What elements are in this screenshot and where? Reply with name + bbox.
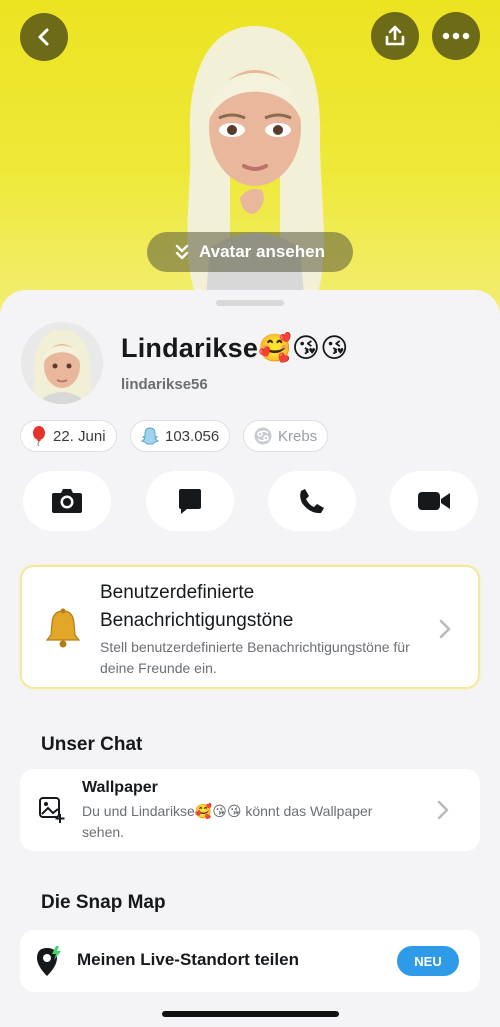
chevron-right-icon xyxy=(437,800,449,820)
phone-icon xyxy=(300,489,324,514)
snap-score-ghost-icon xyxy=(141,427,159,445)
camera-button[interactable] xyxy=(23,471,111,531)
chevron-left-icon xyxy=(38,28,49,46)
view-avatar-label: Avatar ansehen xyxy=(199,242,325,261)
share-upload-icon xyxy=(385,25,405,46)
wallpaper-row[interactable]: Wallpaper Du und Lindarikse🥰😘😘 könnt das… xyxy=(20,769,480,851)
call-button[interactable] xyxy=(268,471,356,531)
birthday-label: 22. Juni xyxy=(53,427,106,445)
birthday-chip[interactable]: 22. Juni xyxy=(20,420,117,452)
camera-icon xyxy=(52,489,82,513)
wallpaper-title: Wallpaper xyxy=(82,779,158,796)
profile-avatar[interactable] xyxy=(21,322,103,404)
chat-icon xyxy=(179,489,201,514)
home-indicator[interactable] xyxy=(162,1011,339,1017)
view-avatar-button[interactable]: Avatar ansehen xyxy=(147,232,353,272)
username: lindarikse56 xyxy=(121,376,208,393)
notification-card-subtitle: Stell benutzerdefinierte Benachrichtigun… xyxy=(100,639,410,676)
custom-notification-sounds-card[interactable]: Benutzerdefinierte Benachrichtigungstöne… xyxy=(20,565,480,689)
back-button[interactable] xyxy=(20,13,68,61)
more-dots-icon xyxy=(442,32,470,40)
notification-card-title: Benutzerdefinierte Benachrichtigungstöne xyxy=(100,582,294,631)
live-location-pin-icon xyxy=(37,946,61,976)
snap-score-chip[interactable]: 103.056 xyxy=(130,420,231,452)
snap-score-label: 103.056 xyxy=(165,427,220,445)
balloon-icon xyxy=(33,426,45,446)
profile-sheet: Lindarikse🥰😘😘 lindarikse56 22. Juni 103.… xyxy=(0,290,500,1027)
new-badge: NEU xyxy=(397,946,459,976)
video-icon xyxy=(418,492,450,510)
snap-map-section-title: Die Snap Map xyxy=(41,892,166,913)
bell-icon xyxy=(45,608,81,648)
share-button[interactable] xyxy=(371,12,419,60)
chevron-right-icon xyxy=(439,619,451,639)
zodiac-label: Krebs xyxy=(278,427,318,445)
zodiac-cancer-icon xyxy=(254,427,272,445)
more-options-button[interactable] xyxy=(432,12,480,60)
sheet-grabber[interactable] xyxy=(216,300,284,306)
wallpaper-subtitle: Du und Lindarikse🥰😘😘 könnt das Wallpaper… xyxy=(82,803,373,840)
wallpaper-image-icon xyxy=(39,797,65,823)
zodiac-chip[interactable]: Krebs xyxy=(243,420,329,452)
chat-section-title: Unser Chat xyxy=(41,734,143,755)
double-chevron-down-icon xyxy=(175,244,189,260)
live-location-label: Meinen Live-Standort teilen xyxy=(77,950,299,969)
profile-hero: Avatar ansehen xyxy=(0,0,500,320)
video-call-button[interactable] xyxy=(390,471,478,531)
bitmoji-thumbnail-image xyxy=(21,322,103,404)
chat-button[interactable] xyxy=(146,471,234,531)
live-location-row[interactable]: Meinen Live-Standort teilen NEU xyxy=(20,930,480,992)
display-name: Lindarikse🥰😘😘 xyxy=(121,333,349,363)
